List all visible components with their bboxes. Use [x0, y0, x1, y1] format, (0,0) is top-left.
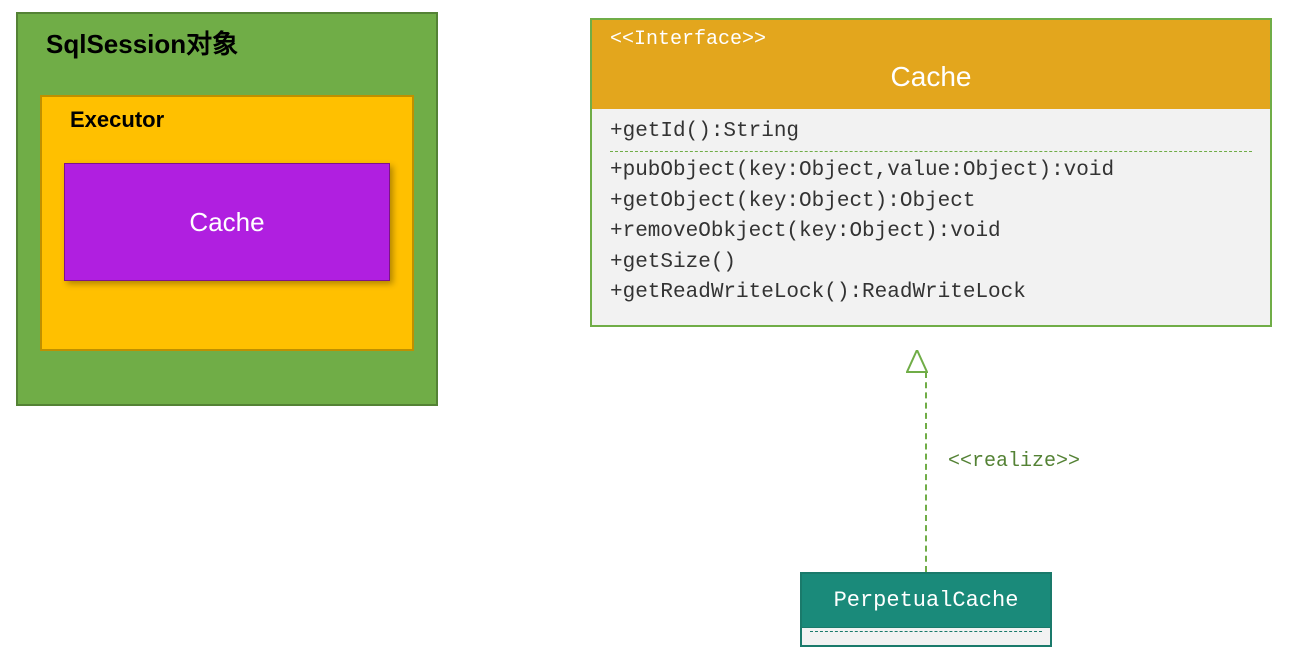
- dashed-line: [925, 372, 927, 572]
- perpetualcache-body: [802, 627, 1050, 645]
- interface-stereotype: <<Interface>>: [592, 28, 1270, 51]
- interface-name: Cache: [592, 61, 1270, 93]
- method-row: +getId():String: [610, 117, 1252, 147]
- method-row: +getReadWriteLock():ReadWriteLock: [610, 278, 1252, 308]
- method-row: +removeObkject(key:Object):void: [610, 217, 1252, 247]
- perpetualcache-uml-box: PerpetualCache: [800, 572, 1052, 647]
- interface-methods: +getId():String +pubObject(key:Object,va…: [592, 109, 1270, 325]
- perpetual-separator: [810, 631, 1042, 632]
- perpetualcache-name: PerpetualCache: [802, 574, 1050, 627]
- executor-title: Executor: [70, 107, 390, 133]
- method-row: +getObject(key:Object):Object: [610, 187, 1252, 217]
- method-row: +getSize(): [610, 248, 1252, 278]
- cache-container: Cache: [64, 163, 390, 281]
- executor-container: Executor Cache: [40, 95, 414, 351]
- method-separator: [610, 151, 1252, 152]
- interface-header: <<Interface>> Cache: [592, 20, 1270, 109]
- sqlsession-title: SqlSession对象: [46, 24, 414, 61]
- method-row: +pubObject(key:Object,value:Object):void: [610, 156, 1252, 186]
- realize-connector: <<realize>>: [590, 350, 1272, 580]
- sqlsession-container: SqlSession对象 Executor Cache: [16, 12, 438, 406]
- realize-label: <<realize>>: [948, 450, 1080, 473]
- cache-title: Cache: [189, 207, 264, 238]
- interface-uml-box: <<Interface>> Cache +getId():String +pub…: [590, 18, 1272, 327]
